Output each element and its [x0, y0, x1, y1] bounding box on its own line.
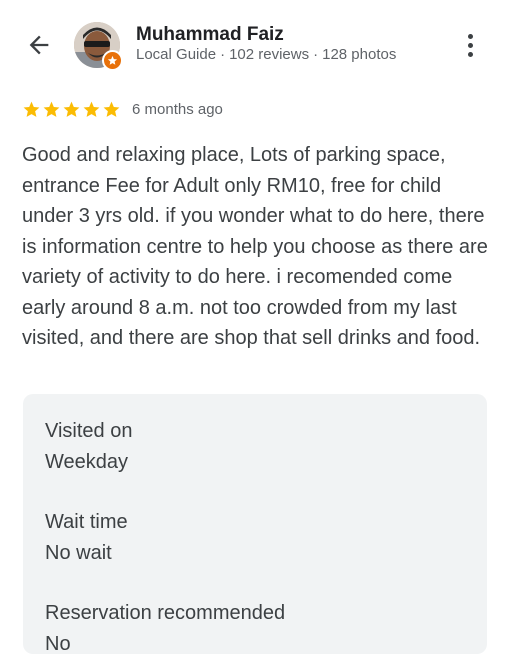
visited-on-value: Weekday — [45, 451, 129, 473]
meta-separator: · — [220, 46, 226, 63]
review-header: Muhammad Faiz Local Guide · 102 reviews · 12… — [0, 0, 510, 90]
star-icon — [23, 101, 40, 117]
back-button[interactable] — [22, 28, 56, 62]
star-icon — [103, 101, 120, 117]
rating-row: 6 months ago — [22, 100, 223, 119]
reservation-label: Reservation recommended — [45, 602, 286, 624]
star-rating — [22, 100, 121, 119]
wait-time-value: No wait — [45, 542, 112, 564]
reviewer-role: Local Guide — [136, 46, 217, 63]
local-guide-badge — [102, 50, 123, 71]
wait-time-label: Wait time — [45, 511, 128, 533]
photos-count: 128 photos — [322, 46, 397, 63]
visited-on-label: Visited on — [45, 420, 133, 442]
reservation-value: No — [45, 633, 71, 655]
review-time: 6 months ago — [132, 101, 223, 118]
meta-separator: · — [313, 46, 319, 63]
reviews-count: 102 reviews — [229, 46, 310, 63]
star-icon — [63, 101, 80, 117]
reviewer-meta: Local Guide · 102 reviews · 128 photos — [136, 46, 396, 63]
star-icon — [43, 101, 60, 117]
more-vert-icon — [467, 33, 473, 39]
visit-details-card: Visited on Weekday Wait time No wait Res… — [23, 394, 487, 655]
more-options-button[interactable] — [456, 30, 484, 60]
reviewer-name[interactable]: Muhammad Faiz — [136, 24, 284, 46]
more-vert-dot — [467, 42, 473, 48]
local-guide-star-icon — [107, 55, 118, 65]
more-vert-dot — [467, 51, 473, 57]
arrow-left-icon — [29, 35, 49, 55]
star-icon — [83, 101, 100, 117]
review-text: Good and relaxing place, Lots of parking… — [22, 144, 488, 349]
